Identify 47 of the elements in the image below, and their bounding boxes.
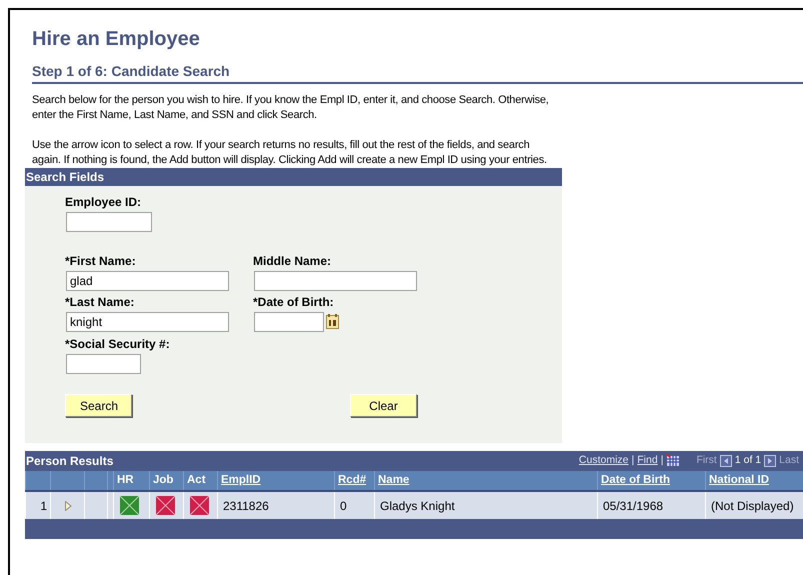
instruction-text: Search below for the person you wish to hire. If you know the Empl ID, enter it, and choose Search. Otherwise, enter the First Name, Last Name, and SSN and click Search. (32, 93, 550, 123)
field-label: *Social Security #: (65, 337, 170, 351)
calendar-icon[interactable] (326, 314, 339, 329)
column-header: Job (150, 471, 184, 491)
section-header: Search Fields (25, 168, 562, 186)
instruction-text: Use the arrow icon to select a row. If your search returns no results, fill out the rest of the fields, and search again. If nothing is found, the Add button will display. Clicking Add will create a new Empl ID using your entries. (32, 138, 548, 168)
table-cell: (Not Displayed) (706, 491, 803, 519)
table-cell: 0 (334, 491, 374, 519)
table-cell: Gladys Knight (374, 491, 598, 519)
button[interactable]: Clear (350, 394, 417, 417)
table-header-cell (84, 471, 108, 491)
table-header-cell (50, 471, 84, 491)
column-header-link[interactable]: Name (374, 471, 598, 491)
column-header-link[interactable]: National ID (706, 471, 803, 491)
button[interactable]: Search (65, 394, 132, 417)
input-field[interactable] (66, 212, 152, 232)
column-header: Act (184, 471, 218, 491)
next-icon[interactable] (764, 455, 776, 467)
grid-icon[interactable] (666, 454, 680, 466)
table-cell: 05/31/1968 (598, 491, 706, 519)
step-title: Step 1 of 6: Candidate Search (32, 62, 230, 80)
input-field[interactable] (254, 312, 324, 332)
page-title: Hire an Employee (32, 27, 200, 52)
page-count: 1 of 1 (734, 453, 762, 468)
table-header-cell (26, 471, 50, 491)
field-label: *First Name: (65, 254, 136, 268)
input-field[interactable]: glad (66, 271, 229, 291)
find-link[interactable]: Find (637, 453, 658, 469)
table-cell: 2311826 (218, 491, 334, 519)
separator: | (660, 453, 664, 468)
column-header-link[interactable]: EmplID (218, 471, 334, 491)
input-field[interactable]: knight (66, 312, 229, 332)
input-field[interactable] (254, 271, 417, 291)
previous-icon[interactable] (720, 455, 732, 467)
field-label: Middle Name: (253, 254, 332, 268)
section-header: Person Results (25, 453, 114, 470)
input-field[interactable] (66, 354, 141, 374)
field-label: Employee ID: (65, 195, 142, 209)
select-arrow-icon[interactable] (65, 500, 72, 510)
column-header: HR (114, 471, 150, 491)
column-header-link[interactable]: Rcd# (334, 471, 374, 491)
field-label: *Date of Birth: (253, 295, 334, 309)
column-header-link[interactable]: Date of Birth (598, 471, 706, 491)
separator: | (632, 453, 634, 468)
customize-link[interactable]: Customize (578, 453, 629, 469)
field-label: *Last Name: (65, 295, 134, 309)
row-number: 1 (26, 491, 50, 519)
